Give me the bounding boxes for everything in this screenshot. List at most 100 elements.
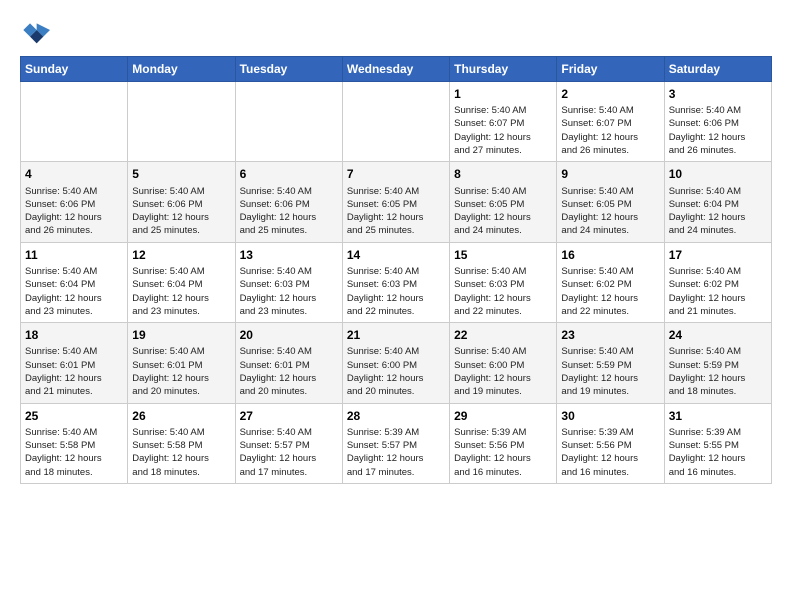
day-info: Sunrise: 5:40 AM Sunset: 6:07 PM Dayligh…: [561, 104, 659, 157]
day-number: 26: [132, 408, 230, 424]
calendar-cell: 27Sunrise: 5:40 AM Sunset: 5:57 PM Dayli…: [235, 403, 342, 483]
day-info: Sunrise: 5:39 AM Sunset: 5:55 PM Dayligh…: [669, 426, 767, 479]
day-info: Sunrise: 5:40 AM Sunset: 6:00 PM Dayligh…: [454, 345, 552, 398]
day-number: 19: [132, 327, 230, 343]
day-number: 10: [669, 166, 767, 182]
calendar-cell: [128, 82, 235, 162]
calendar-cell: 10 Sunrise: 5:40 AM Sunset: 6:04 PM Dayli…: [664, 162, 771, 242]
calendar-cell: 7Sunrise: 5:40 AM Sunset: 6:05 PM Daylig…: [342, 162, 449, 242]
day-info: Sunrise: 5:40 AM Sunset: 6:01 PM Dayligh…: [240, 345, 338, 398]
day-info: Sunrise: 5:40 AM Sunset: 6:01 PM Dayligh…: [132, 345, 230, 398]
day-info: Sunrise: 5:39 AM Sunset: 5:56 PM Dayligh…: [561, 426, 659, 479]
day-info: Sunrise: 5:40 AM Sunset: 6:06 PM Dayligh…: [25, 185, 123, 238]
day-number: 22: [454, 327, 552, 343]
day-info: Sunrise: 5:40 AM Sunset: 6:07 PM Dayligh…: [454, 104, 552, 157]
calendar-week-2: 4 Sunrise: 5:40 AM Sunset: 6:06 PM Daylig…: [21, 162, 772, 242]
day-info: Sunrise: 5:40 AM Sunset: 6:03 PM Dayligh…: [454, 265, 552, 318]
logo: [20, 20, 54, 50]
calendar-cell: 15 Sunrise: 5:40 AM Sunset: 6:03 PM Dayli…: [450, 242, 557, 322]
day-number: 29: [454, 408, 552, 424]
calendar-week-5: 25 Sunrise: 5:40 AM Sunset: 5:58 PM Dayli…: [21, 403, 772, 483]
header-day-friday: Friday: [557, 57, 664, 82]
header-row: SundayMondayTuesdayWednesdayThursdayFrid…: [21, 57, 772, 82]
calendar-cell: 8 Sunrise: 5:40 AM Sunset: 6:05 PM Daylig…: [450, 162, 557, 242]
day-info: Sunrise: 5:40 AM Sunset: 6:04 PM Dayligh…: [669, 185, 767, 238]
calendar-cell: 11Sunrise: 5:40 AM Sunset: 6:04 PM Dayli…: [21, 242, 128, 322]
day-info: Sunrise: 5:40 AM Sunset: 6:04 PM Dayligh…: [132, 265, 230, 318]
day-info: Sunrise: 5:40 AM Sunset: 6:05 PM Dayligh…: [347, 185, 445, 238]
calendar-cell: 13 Sunrise: 5:40 AM Sunset: 6:03 PM Dayli…: [235, 242, 342, 322]
day-number: 30: [561, 408, 659, 424]
day-number: 3: [669, 86, 767, 102]
day-info: Sunrise: 5:40 AM Sunset: 6:05 PM Dayligh…: [454, 185, 552, 238]
day-number: 9: [561, 166, 659, 182]
calendar-cell: 3 Sunrise: 5:40 AM Sunset: 6:06 PM Daylig…: [664, 82, 771, 162]
calendar-cell: 5 Sunrise: 5:40 AM Sunset: 6:06 PM Daylig…: [128, 162, 235, 242]
header-day-monday: Monday: [128, 57, 235, 82]
calendar-cell: 31 Sunrise: 5:39 AM Sunset: 5:55 PM Dayli…: [664, 403, 771, 483]
day-number: 25: [25, 408, 123, 424]
day-number: 21: [347, 327, 445, 343]
calendar-cell: [21, 82, 128, 162]
day-number: 14: [347, 247, 445, 263]
calendar-cell: 16 Sunrise: 5:40 AM Sunset: 6:02 PM Dayli…: [557, 242, 664, 322]
calendar-header: SundayMondayTuesdayWednesdayThursdayFrid…: [21, 57, 772, 82]
header-day-thursday: Thursday: [450, 57, 557, 82]
calendar-cell: 29 Sunrise: 5:39 AM Sunset: 5:56 PM Dayli…: [450, 403, 557, 483]
header-day-wednesday: Wednesday: [342, 57, 449, 82]
day-number: 1: [454, 86, 552, 102]
header-day-saturday: Saturday: [664, 57, 771, 82]
day-number: 16: [561, 247, 659, 263]
day-number: 5: [132, 166, 230, 182]
day-info: Sunrise: 5:40 AM Sunset: 5:59 PM Dayligh…: [669, 345, 767, 398]
calendar-cell: 18 Sunrise: 5:40 AM Sunset: 6:01 PM Dayli…: [21, 323, 128, 403]
calendar-cell: 28Sunrise: 5:39 AM Sunset: 5:57 PM Dayli…: [342, 403, 449, 483]
day-info: Sunrise: 5:40 AM Sunset: 5:59 PM Dayligh…: [561, 345, 659, 398]
calendar-cell: [235, 82, 342, 162]
calendar-cell: 21 Sunrise: 5:40 AM Sunset: 6:00 PM Dayli…: [342, 323, 449, 403]
day-info: Sunrise: 5:40 AM Sunset: 5:58 PM Dayligh…: [25, 426, 123, 479]
day-number: 8: [454, 166, 552, 182]
day-number: 24: [669, 327, 767, 343]
day-info: Sunrise: 5:40 AM Sunset: 6:06 PM Dayligh…: [132, 185, 230, 238]
day-info: Sunrise: 5:40 AM Sunset: 6:03 PM Dayligh…: [347, 265, 445, 318]
day-info: Sunrise: 5:40 AM Sunset: 6:00 PM Dayligh…: [347, 345, 445, 398]
day-info: Sunrise: 5:40 AM Sunset: 6:05 PM Dayligh…: [561, 185, 659, 238]
day-info: Sunrise: 5:40 AM Sunset: 6:04 PM Dayligh…: [25, 265, 123, 318]
day-info: Sunrise: 5:40 AM Sunset: 6:06 PM Dayligh…: [240, 185, 338, 238]
day-info: Sunrise: 5:40 AM Sunset: 6:03 PM Dayligh…: [240, 265, 338, 318]
calendar-week-3: 11Sunrise: 5:40 AM Sunset: 6:04 PM Dayli…: [21, 242, 772, 322]
day-number: 18: [25, 327, 123, 343]
calendar-cell: 4 Sunrise: 5:40 AM Sunset: 6:06 PM Daylig…: [21, 162, 128, 242]
day-number: 13: [240, 247, 338, 263]
day-info: Sunrise: 5:39 AM Sunset: 5:56 PM Dayligh…: [454, 426, 552, 479]
day-number: 4: [25, 166, 123, 182]
day-info: Sunrise: 5:40 AM Sunset: 6:02 PM Dayligh…: [561, 265, 659, 318]
day-number: 2: [561, 86, 659, 102]
page-header: [20, 16, 772, 50]
day-number: 15: [454, 247, 552, 263]
calendar-cell: 30 Sunrise: 5:39 AM Sunset: 5:56 PM Dayli…: [557, 403, 664, 483]
day-number: 6: [240, 166, 338, 182]
calendar-cell: 9 Sunrise: 5:40 AM Sunset: 6:05 PM Daylig…: [557, 162, 664, 242]
day-number: 17: [669, 247, 767, 263]
calendar-cell: 26Sunrise: 5:40 AM Sunset: 5:58 PM Dayli…: [128, 403, 235, 483]
calendar-cell: 24 Sunrise: 5:40 AM Sunset: 5:59 PM Dayli…: [664, 323, 771, 403]
day-number: 12: [132, 247, 230, 263]
day-info: Sunrise: 5:40 AM Sunset: 6:02 PM Dayligh…: [669, 265, 767, 318]
day-info: Sunrise: 5:40 AM Sunset: 6:06 PM Dayligh…: [669, 104, 767, 157]
header-day-tuesday: Tuesday: [235, 57, 342, 82]
logo-icon: [20, 20, 50, 50]
calendar-cell: 1 Sunrise: 5:40 AM Sunset: 6:07 PM Daylig…: [450, 82, 557, 162]
calendar-cell: 17 Sunrise: 5:40 AM Sunset: 6:02 PM Dayli…: [664, 242, 771, 322]
header-day-sunday: Sunday: [21, 57, 128, 82]
day-info: Sunrise: 5:39 AM Sunset: 5:57 PM Dayligh…: [347, 426, 445, 479]
calendar-cell: 12 Sunrise: 5:40 AM Sunset: 6:04 PM Dayli…: [128, 242, 235, 322]
day-info: Sunrise: 5:40 AM Sunset: 6:01 PM Dayligh…: [25, 345, 123, 398]
day-info: Sunrise: 5:40 AM Sunset: 5:57 PM Dayligh…: [240, 426, 338, 479]
calendar-cell: 14 Sunrise: 5:40 AM Sunset: 6:03 PM Dayli…: [342, 242, 449, 322]
calendar-cell: 19 Sunrise: 5:40 AM Sunset: 6:01 PM Dayli…: [128, 323, 235, 403]
day-number: 31: [669, 408, 767, 424]
day-number: 20: [240, 327, 338, 343]
calendar-cell: [342, 82, 449, 162]
